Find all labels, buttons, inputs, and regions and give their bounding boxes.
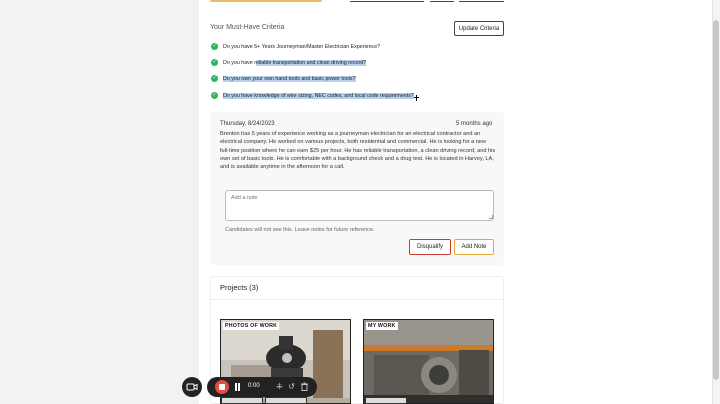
criteria-text: Do you have 5+ Years Journeyman/Master E… <box>223 43 381 50</box>
add-note-button[interactable]: Add Note <box>454 239 494 255</box>
company-logo <box>210 0 322 2</box>
divider <box>210 299 504 300</box>
video-camera-icon <box>186 383 198 391</box>
check-circle-icon: ✓ <box>211 43 218 50</box>
disqualify-button[interactable]: Disqualify <box>409 239 451 255</box>
camera-toggle-button[interactable] <box>182 377 202 397</box>
header-tab[interactable] <box>430 0 454 2</box>
photo-thumbnail[interactable] <box>221 397 263 404</box>
check-circle-icon: ✓ <box>211 59 218 66</box>
criteria-text-highlight: Do you own your own hand tools and basic… <box>223 75 356 82</box>
projects-title: Projects (3) <box>220 283 259 292</box>
pause-icon[interactable] <box>234 383 241 391</box>
criteria-item: ✓ Do you own your own hand tools and bas… <box>211 75 356 82</box>
grid-icon[interactable]: ⁜ <box>275 382 284 391</box>
project-photo[interactable]: MY WORK <box>363 319 494 404</box>
restart-icon[interactable]: ↺ <box>287 382 296 391</box>
criteria-item: ✓ Do you have knowledge of wire sizing, … <box>211 92 414 99</box>
summary-date: Thursday, 8/24/2023 <box>220 121 275 127</box>
project-photo-image <box>364 320 493 403</box>
criteria-text: Do you have r <box>223 59 256 66</box>
check-circle-icon: ✓ <box>211 75 218 82</box>
trash-glyph <box>301 382 308 391</box>
photo-thumbnail[interactable] <box>365 397 407 404</box>
criteria-item: ✓ Do you have r eliable transportation an… <box>211 59 367 66</box>
recording-timer: 0:00 <box>248 383 260 389</box>
criteria-item: ✓ Do you have 5+ Years Journeyman/Master… <box>211 43 380 50</box>
header-tab[interactable] <box>350 0 424 2</box>
criteria-text-highlight: eliable transportation and clean driving… <box>255 59 367 66</box>
resize-handle-icon[interactable] <box>489 215 493 219</box>
add-note-input[interactable] <box>225 190 494 221</box>
photo-tag: PHOTOS OF WORK <box>223 322 280 330</box>
update-criteria-button[interactable]: Update Criteria <box>454 21 504 36</box>
text-cursor-icon <box>414 95 420 101</box>
photo-thumbnail[interactable] <box>265 397 307 404</box>
criteria-title: Your Must-Have Criteria <box>210 24 285 31</box>
header-tab[interactable] <box>459 0 504 2</box>
scrollbar-thumb[interactable] <box>713 20 719 380</box>
note-hint: Candidates will not see this. Leave note… <box>225 227 375 233</box>
trash-icon[interactable] <box>300 382 309 391</box>
summary-relative-time: 5 months ago <box>456 121 493 127</box>
stop-recording-button[interactable] <box>215 380 229 394</box>
summary-text: Brenton has 5 years of experience workin… <box>220 131 496 171</box>
criteria-text-highlight: Do you have knowledge of wire sizing, NE… <box>223 92 414 99</box>
check-circle-icon: ✓ <box>211 92 218 99</box>
photo-tag: MY WORK <box>366 322 398 330</box>
